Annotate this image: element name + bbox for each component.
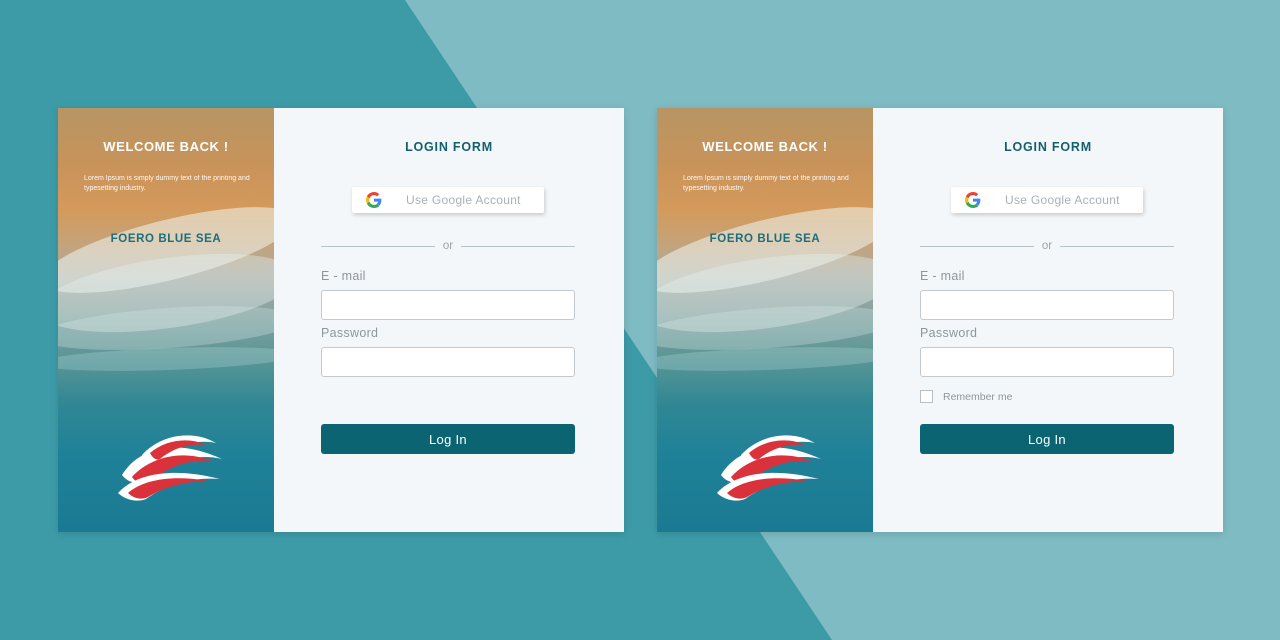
- google-icon: [965, 192, 981, 208]
- login-card-basic: WELCOME BACK ! Lorem Ipsum is simply dum…: [58, 108, 624, 532]
- welcome-title: WELCOME BACK !: [103, 139, 229, 154]
- or-text: or: [442, 240, 454, 252]
- google-signin-label: Use Google Account: [406, 193, 521, 207]
- google-signin-button[interactable]: Use Google Account: [352, 187, 544, 213]
- password-label: Password: [920, 326, 978, 340]
- brand-name: FOERO BLUE SEA: [709, 233, 821, 245]
- password-field[interactable]: [920, 347, 1174, 377]
- google-signin-label: Use Google Account: [1005, 193, 1120, 207]
- password-label: Password: [321, 326, 379, 340]
- welcome-title: WELCOME BACK !: [702, 139, 828, 154]
- email-field[interactable]: [920, 290, 1174, 320]
- brand-logo-icon: [118, 435, 222, 501]
- welcome-text: Lorem Ipsum is simply dummy text of the …: [683, 175, 849, 192]
- or-divider: or: [321, 239, 576, 253]
- or-divider: or: [920, 239, 1175, 253]
- email-label: E - mail: [321, 269, 366, 283]
- brand-name: FOERO BLUE SEA: [110, 233, 222, 245]
- login-button[interactable]: Log In: [321, 424, 575, 454]
- login-button[interactable]: Log In: [920, 424, 1174, 454]
- email-field[interactable]: [321, 290, 575, 320]
- form-title: LOGIN FORM: [1004, 140, 1092, 154]
- google-icon: [366, 192, 382, 208]
- remember-me-label: Remember me: [943, 390, 1013, 403]
- login-card-remember: WELCOME BACK ! Lorem Ipsum is simply dum…: [657, 108, 1223, 532]
- remember-me-checkbox[interactable]: [920, 390, 933, 403]
- brand-logo-icon: [717, 435, 821, 501]
- or-text: or: [1041, 240, 1053, 252]
- password-field[interactable]: [321, 347, 575, 377]
- login-form-panel: LOGIN FORM Use Google Account or E - mai…: [274, 108, 624, 532]
- hero-panel: WELCOME BACK ! Lorem Ipsum is simply dum…: [58, 108, 274, 532]
- remember-me-row[interactable]: Remember me: [920, 390, 1012, 403]
- form-title: LOGIN FORM: [405, 140, 493, 154]
- google-signin-button[interactable]: Use Google Account: [951, 187, 1143, 213]
- login-form-panel: LOGIN FORM Use Google Account or E - mai…: [873, 108, 1223, 532]
- hero-panel: WELCOME BACK ! Lorem Ipsum is simply dum…: [657, 108, 873, 532]
- email-label: E - mail: [920, 269, 965, 283]
- welcome-text: Lorem Ipsum is simply dummy text of the …: [84, 175, 250, 192]
